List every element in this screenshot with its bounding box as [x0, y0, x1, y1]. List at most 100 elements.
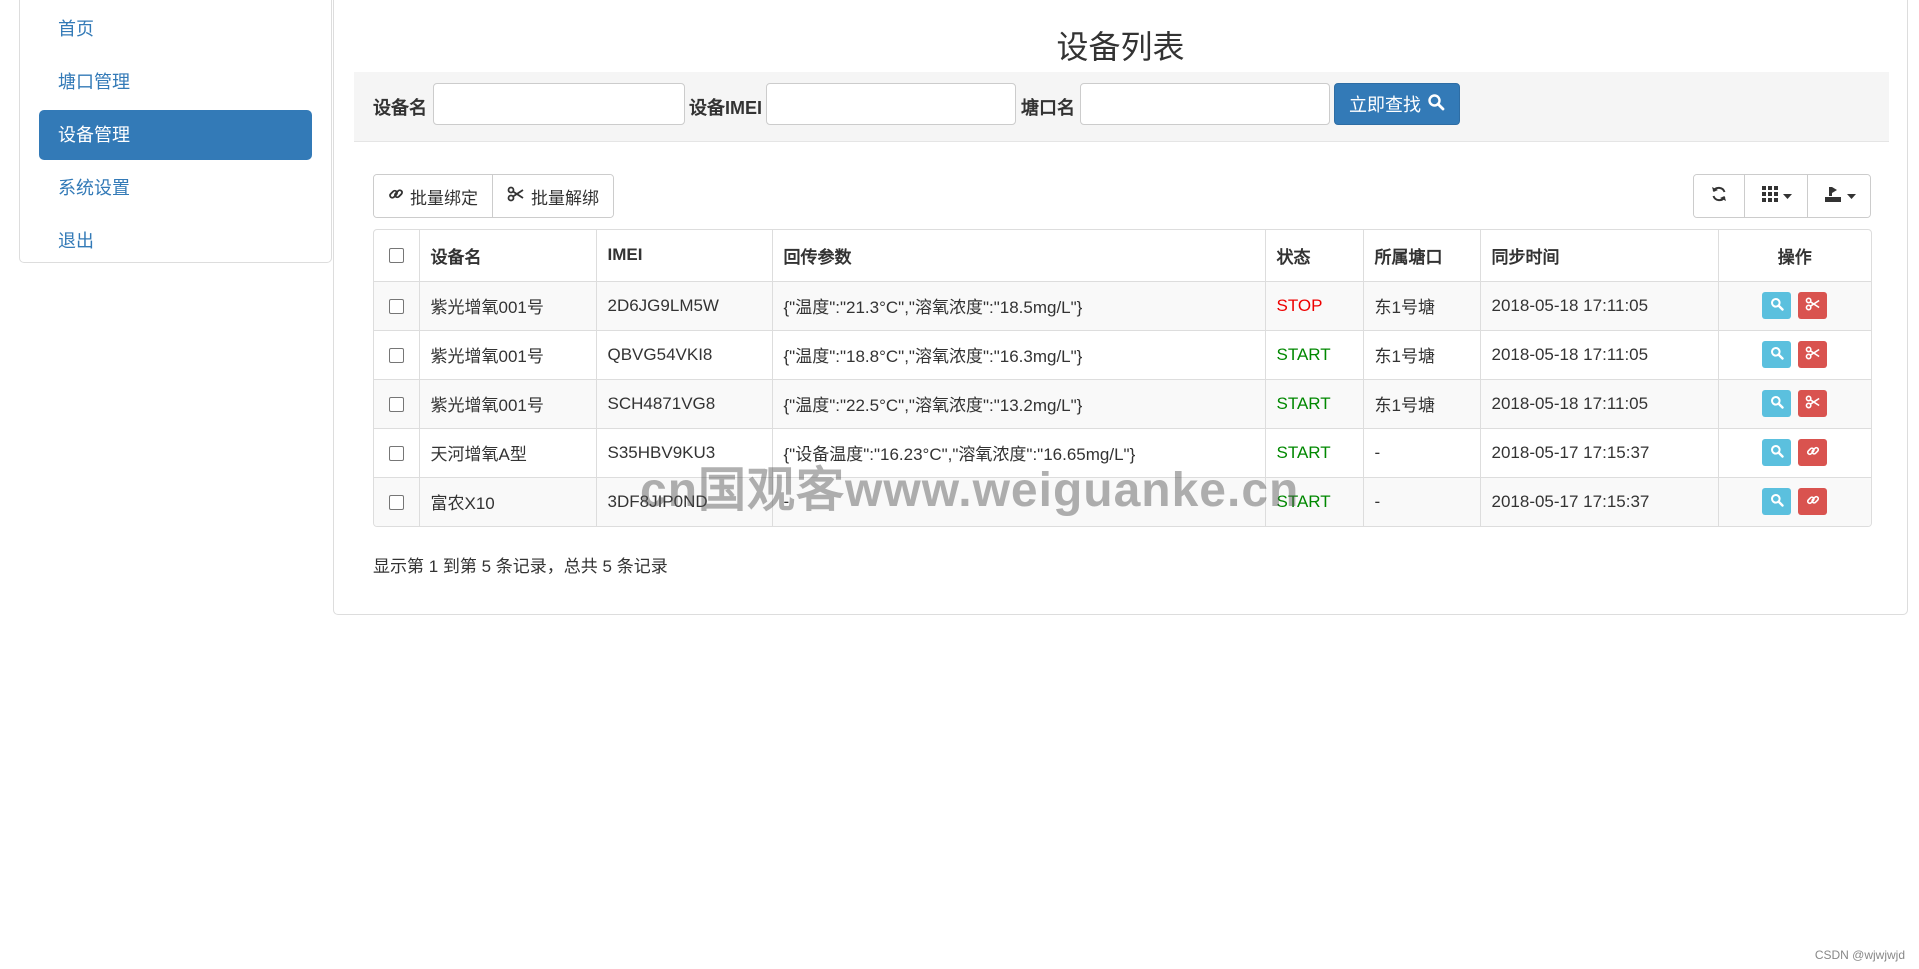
imei-cell: SCH4871VG8 [596, 378, 773, 428]
row-select-cell [374, 280, 420, 330]
col-device-name[interactable]: 设备名 [419, 230, 597, 282]
scissors-icon [1805, 345, 1821, 365]
sidebar-item-system-settings[interactable]: 系统设置 [39, 163, 312, 213]
col-sync-time[interactable]: 同步时间 [1480, 230, 1719, 282]
row-select-cell [374, 427, 420, 477]
imei-cell: 2D6JG9LM5W [596, 280, 773, 330]
col-operations: 操作 [1718, 230, 1871, 282]
credit-text: CSDN @wjwjwjd [1814, 948, 1905, 962]
device-imei-input[interactable] [766, 83, 1016, 125]
search-button[interactable]: 立即查找 [1334, 83, 1460, 125]
device-name-cell: 紫光增氧001号 [419, 378, 597, 428]
main-panel: 设备列表 设备名 设备IMEI 塘口名 立即查找 批量绑定 批量解绑 设备名 I… [333, 0, 1908, 615]
sync-time-cell: 2018-05-17 17:15:37 [1480, 476, 1719, 526]
device-name-input[interactable] [433, 83, 685, 125]
scissors-icon [1805, 394, 1821, 414]
view-button[interactable] [1762, 341, 1792, 368]
link-icon [1806, 443, 1820, 463]
table-row: 紫光增氧001号 SCH4871VG8 {"温度":"22.5°C","溶氧浓度… [374, 378, 1871, 428]
device-name-cell: 紫光增氧001号 [419, 329, 597, 379]
imei-cell: QBVG54VKI8 [596, 329, 773, 379]
view-button[interactable] [1762, 488, 1792, 516]
export-icon [1823, 185, 1843, 208]
pond-cell: 东1号塘 [1363, 280, 1481, 330]
row-checkbox[interactable] [388, 445, 404, 461]
device-name-label: 设备名 [373, 98, 427, 118]
link-icon [388, 186, 404, 207]
pagination-summary: 显示第 1 到第 5 条记录，总共 5 条记录 [373, 557, 668, 576]
sidebar-item-home[interactable]: 首页 [39, 4, 312, 54]
params-cell: {"温度":"22.5°C","溶氧浓度":"13.2mg/L"} [772, 378, 1266, 428]
sidebar-item-device-management[interactable]: 设备管理 [39, 110, 312, 160]
params-cell: {"温度":"18.8°C","溶氧浓度":"16.3mg/L"} [772, 329, 1266, 379]
col-pond[interactable]: 所属塘口 [1363, 230, 1481, 282]
refresh-button[interactable] [1694, 175, 1744, 217]
batch-bind-label: 批量绑定 [410, 188, 478, 208]
row-select-cell [374, 476, 420, 526]
sidebar-item-pond-management[interactable]: 塘口管理 [39, 57, 312, 107]
col-imei[interactable]: IMEI [596, 230, 773, 282]
batch-unbind-button[interactable]: 批量解绑 [492, 175, 613, 217]
search-icon [1770, 443, 1784, 463]
pond-cell: 东1号塘 [1363, 378, 1481, 428]
table-row: 紫光增氧001号 QBVG54VKI8 {"温度":"18.8°C","溶氧浓度… [374, 329, 1871, 379]
sync-time-cell: 2018-05-18 17:11:05 [1480, 280, 1719, 330]
pond-name-label: 塘口名 [1021, 98, 1075, 118]
pond-name-input[interactable] [1080, 83, 1330, 125]
operations-cell [1718, 476, 1871, 526]
operations-cell [1718, 280, 1871, 330]
device-name-cell: 富农X10 [419, 476, 597, 526]
device-name-cell: 紫光增氧001号 [419, 280, 597, 330]
sidebar-nav: 首页 塘口管理 设备管理 系统设置 退出 [19, 0, 332, 263]
table-header-row: 设备名 IMEI 回传参数 状态 所属塘口 同步时间 操作 [374, 230, 1871, 282]
sync-time-cell: 2018-05-18 17:11:05 [1480, 378, 1719, 428]
sync-time-cell: 2018-05-18 17:11:05 [1480, 329, 1719, 379]
refresh-icon [1710, 185, 1728, 208]
pond-cell: - [1363, 427, 1481, 477]
unbind-button[interactable] [1798, 292, 1828, 319]
unbind-button[interactable] [1798, 390, 1828, 417]
params-cell: {"温度":"21.3°C","溶氧浓度":"18.5mg/L"} [772, 280, 1266, 330]
row-checkbox[interactable] [388, 347, 404, 363]
unbind-button[interactable] [1798, 341, 1828, 368]
row-checkbox[interactable] [388, 396, 404, 412]
search-icon [1770, 394, 1784, 414]
search-icon [1770, 296, 1784, 316]
col-params[interactable]: 回传参数 [772, 230, 1266, 282]
columns-toggle-button[interactable] [1744, 175, 1807, 217]
bind-button[interactable] [1798, 439, 1828, 466]
sync-time-cell: 2018-05-17 17:15:37 [1480, 427, 1719, 477]
operations-cell [1718, 427, 1871, 477]
batch-unbind-label: 批量解绑 [531, 188, 599, 208]
select-all-checkbox[interactable] [388, 248, 404, 264]
search-icon [1770, 345, 1784, 365]
chevron-down-icon [1846, 187, 1856, 205]
export-button[interactable] [1807, 175, 1870, 217]
pond-cell: - [1363, 476, 1481, 526]
status-cell: START [1265, 378, 1364, 428]
search-icon [1427, 93, 1445, 116]
row-checkbox[interactable] [388, 494, 404, 510]
row-select-cell [374, 329, 420, 379]
view-button[interactable] [1762, 390, 1792, 417]
view-button[interactable] [1762, 292, 1792, 319]
device-imei-label: 设备IMEI [689, 98, 763, 118]
scissors-icon [507, 186, 525, 207]
view-button[interactable] [1762, 439, 1792, 466]
status-cell: START [1265, 329, 1364, 379]
watermark-text: cn国观客www.weiguanke.cn [640, 464, 1300, 517]
col-status[interactable]: 状态 [1265, 230, 1364, 282]
search-button-label: 立即查找 [1349, 95, 1421, 115]
table-row: 紫光增氧001号 2D6JG9LM5W {"温度":"21.3°C","溶氧浓度… [374, 280, 1871, 330]
search-icon [1770, 492, 1784, 512]
page-title: 设备列表 [1056, 29, 1185, 65]
sidebar-item-logout[interactable]: 退出 [39, 216, 312, 266]
bind-button[interactable] [1798, 488, 1828, 516]
batch-bind-button[interactable]: 批量绑定 [374, 175, 492, 217]
search-form: 设备名 设备IMEI 塘口名 立即查找 [354, 72, 1889, 142]
grid-icon [1761, 185, 1779, 208]
table-tools-group [1693, 174, 1871, 218]
row-checkbox[interactable] [388, 298, 404, 314]
operations-cell [1718, 378, 1871, 428]
scissors-icon [1805, 296, 1821, 316]
